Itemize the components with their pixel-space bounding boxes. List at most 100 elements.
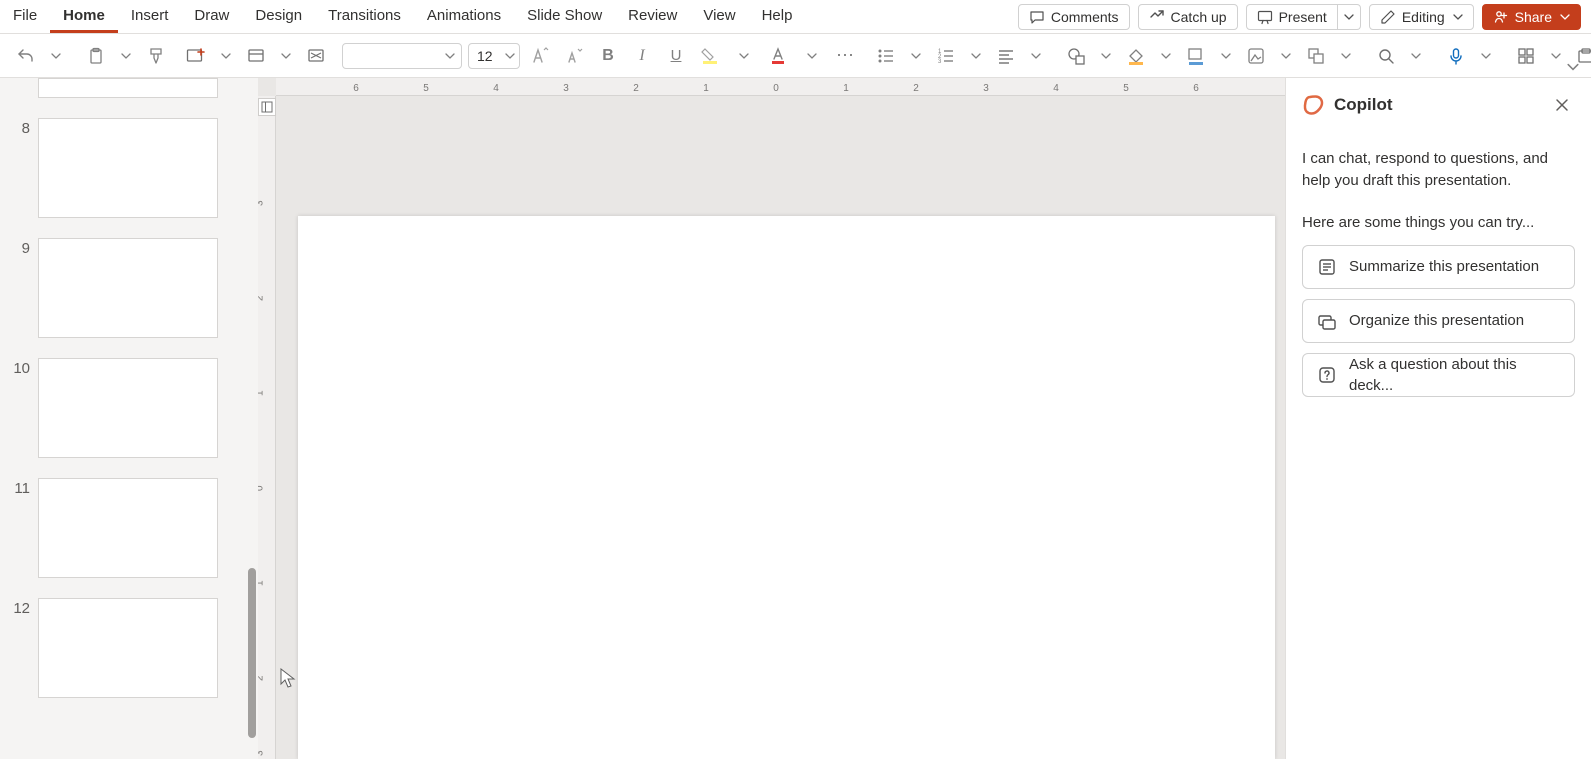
tab-view[interactable]: View	[690, 0, 748, 33]
slide-canvas-area: 6 5 4 3 2 1 0 1 2 3 4 5 6 3 2 1 0 1 2 3	[258, 78, 1285, 759]
tab-animations[interactable]: Animations	[414, 0, 514, 33]
shrink-font-icon	[565, 47, 583, 65]
tab-file[interactable]: File	[0, 0, 50, 33]
layout-more-button[interactable]	[272, 41, 300, 71]
tab-transitions[interactable]: Transitions	[315, 0, 414, 33]
slide-preview[interactable]	[38, 118, 218, 218]
chevron-down-icon	[51, 51, 61, 61]
slide-thumbnail[interactable]: 12	[0, 598, 258, 698]
slide-preview[interactable]	[38, 78, 218, 98]
layout-button[interactable]	[242, 41, 270, 71]
find-button[interactable]	[1372, 41, 1400, 71]
ruler-tick: 1	[703, 83, 709, 94]
tab-home[interactable]: Home	[50, 0, 118, 33]
outline-toggle-button[interactable]	[258, 98, 276, 116]
highlight-button[interactable]	[696, 41, 724, 71]
bold-button[interactable]: B	[594, 41, 622, 71]
slide-preview[interactable]	[38, 598, 218, 698]
grow-font-button[interactable]	[526, 41, 554, 71]
font-size-dropdown[interactable]: 12	[468, 43, 520, 69]
new-slide-more-button[interactable]	[212, 41, 240, 71]
catchup-icon	[1149, 9, 1165, 25]
tab-help[interactable]: Help	[749, 0, 806, 33]
dictate-more-button[interactable]	[1472, 41, 1500, 71]
ruler-tick: 6	[353, 83, 359, 94]
slide-canvas[interactable]	[298, 216, 1275, 759]
present-button[interactable]: Present	[1246, 4, 1338, 30]
chevron-down-icon	[807, 51, 817, 61]
font-color-more-button[interactable]	[798, 41, 826, 71]
bullets-icon	[877, 47, 895, 65]
catchup-button[interactable]: Catch up	[1138, 4, 1238, 30]
paste-more-button[interactable]	[112, 41, 140, 71]
editing-button[interactable]: Editing	[1369, 4, 1474, 30]
format-painter-button[interactable]	[142, 41, 170, 71]
tab-slideshow[interactable]: Slide Show	[514, 0, 615, 33]
highlight-more-button[interactable]	[730, 41, 758, 71]
slide-thumbnail[interactable]: 10	[0, 358, 258, 458]
thumbnail-scrollbar[interactable]	[248, 568, 256, 738]
shapes-more-button[interactable]	[1092, 41, 1120, 71]
new-slide-button[interactable]	[182, 41, 210, 71]
quick-styles-button[interactable]	[1242, 41, 1270, 71]
tab-draw[interactable]: Draw	[181, 0, 242, 33]
slide-number: 11	[10, 478, 38, 578]
collapse-ribbon-button[interactable]	[1567, 61, 1579, 73]
slide-thumbnail[interactable]: 11	[0, 478, 258, 578]
align-button[interactable]	[992, 41, 1020, 71]
editing-group	[1372, 41, 1430, 71]
undo-more-button[interactable]	[42, 41, 70, 71]
arrange-button[interactable]	[1302, 41, 1330, 71]
chevron-down-icon	[121, 51, 131, 61]
bullets-more-button[interactable]	[902, 41, 930, 71]
numbering-button[interactable]: 123	[932, 41, 960, 71]
reset-slide-icon	[307, 47, 325, 65]
font-name-dropdown[interactable]	[342, 43, 462, 69]
slide-preview[interactable]	[38, 358, 218, 458]
share-button[interactable]: Share	[1482, 4, 1581, 30]
slide-thumbnail[interactable]	[0, 78, 258, 98]
slide-preview[interactable]	[38, 478, 218, 578]
shape-outline-more-button[interactable]	[1212, 41, 1240, 71]
bullets-button[interactable]	[872, 41, 900, 71]
undo-button[interactable]	[12, 41, 40, 71]
align-more-button[interactable]	[1022, 41, 1050, 71]
chevron-down-icon	[281, 51, 291, 61]
copilot-suggestion-organize[interactable]: Organize this presentation	[1302, 299, 1575, 343]
slide-thumbnail-pane[interactable]: 8 9 10 11 12	[0, 78, 258, 759]
dictate-button[interactable]	[1442, 41, 1470, 71]
italic-button[interactable]: I	[628, 41, 656, 71]
font-color-button[interactable]	[764, 41, 792, 71]
shapes-button[interactable]	[1062, 41, 1090, 71]
comments-button[interactable]: Comments	[1018, 4, 1130, 30]
designer-button[interactable]	[1512, 41, 1540, 71]
font-more-button[interactable]: ⋯	[832, 41, 860, 71]
shape-fill-button[interactable]	[1122, 41, 1150, 71]
paste-button[interactable]	[82, 41, 110, 71]
tab-design[interactable]: Design	[242, 0, 315, 33]
copilot-suggestion-ask[interactable]: Ask a question about this deck...	[1302, 353, 1575, 397]
tab-review[interactable]: Review	[615, 0, 690, 33]
find-more-button[interactable]	[1402, 41, 1430, 71]
shrink-font-button[interactable]	[560, 41, 588, 71]
organize-icon	[1317, 311, 1337, 331]
copilot-suggestion-summarize[interactable]: Summarize this presentation	[1302, 245, 1575, 289]
chevron-down-icon	[1411, 51, 1421, 61]
arrange-more-button[interactable]	[1332, 41, 1360, 71]
slide-preview[interactable]	[38, 238, 218, 338]
align-icon	[997, 47, 1015, 65]
microphone-icon	[1447, 47, 1465, 65]
ruler-tick: 5	[1123, 83, 1129, 94]
slide-thumbnail[interactable]: 8	[0, 118, 258, 218]
numbering-more-button[interactable]	[962, 41, 990, 71]
quick-styles-more-button[interactable]	[1272, 41, 1300, 71]
copilot-close-button[interactable]	[1549, 92, 1575, 118]
shape-outline-button[interactable]	[1182, 41, 1210, 71]
underline-button[interactable]: U	[662, 41, 690, 71]
shape-fill-more-button[interactable]	[1152, 41, 1180, 71]
present-more-button[interactable]	[1338, 4, 1361, 30]
designer-more-button[interactable]	[1542, 41, 1570, 71]
slide-thumbnail[interactable]: 9	[0, 238, 258, 338]
reset-slide-button[interactable]	[302, 41, 330, 71]
tab-insert[interactable]: Insert	[118, 0, 182, 33]
